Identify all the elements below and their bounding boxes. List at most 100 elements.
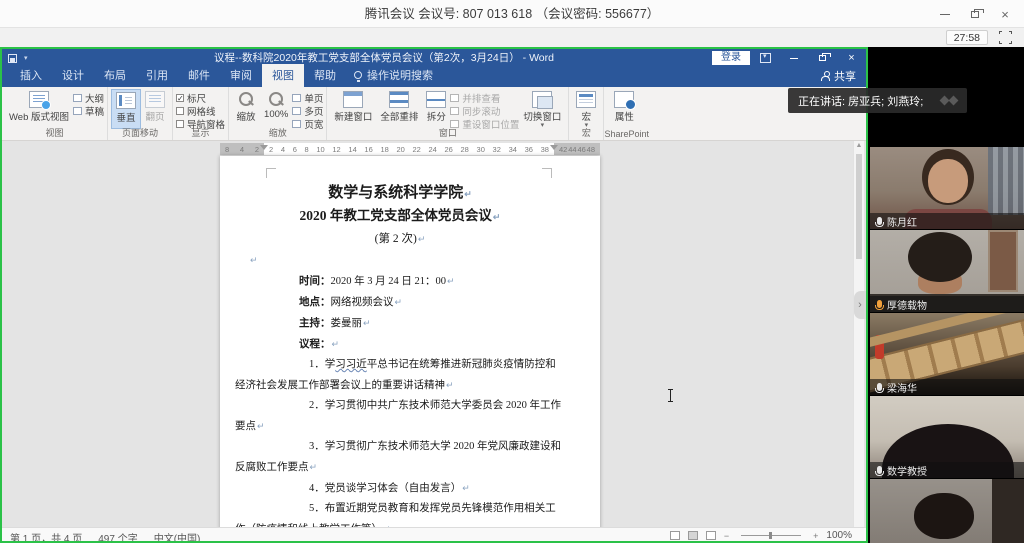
tab-design[interactable]: 设计 (52, 64, 94, 87)
zoom-out-icon[interactable]: − (724, 531, 729, 541)
side-to-side-button[interactable]: 翻页 (141, 89, 169, 129)
group-label-sharepoint: SharePoint (604, 129, 644, 139)
login-button[interactable]: 登录 (712, 51, 750, 65)
macros-button[interactable]: 宏 ▾ (572, 89, 600, 129)
minimize-icon (790, 58, 798, 59)
agenda-item-5: 5．布置近期党员教育和发挥党员先锋模范作用相关工作（防疫情和线上教学工作等） (235, 499, 565, 527)
document-page[interactable]: 数学与系统科学学院 2020 年教工党支部全体党员会议 (第 2 次) 时间：2… (220, 156, 600, 527)
group-label-zoom: 缩放 (229, 126, 326, 139)
participant-video[interactable]: 厚德载物 (870, 230, 1024, 312)
save-icon[interactable] (8, 54, 17, 63)
web-layout-button[interactable]: Web 版式视图 (5, 89, 73, 129)
web-layout-icon[interactable] (706, 531, 716, 540)
tab-insert[interactable]: 插入 (10, 64, 52, 87)
zoom-level[interactable]: 100% (826, 530, 852, 541)
tab-layout[interactable]: 布局 (94, 64, 136, 87)
restore-button[interactable] (960, 0, 990, 28)
word-count[interactable]: 497 个字 (98, 530, 137, 541)
macros-icon (576, 91, 596, 108)
shared-screen-region: ▾ 议程--数科院2020年教工党支部全体党员会议（第2次，3月24日） - W… (0, 47, 868, 543)
multi-page-button[interactable]: 多页 (292, 105, 323, 117)
ruler-number: 8 (305, 145, 309, 154)
horizontal-ruler[interactable]: 842 2468101214161820222426283032343638 4… (220, 143, 600, 155)
zoom-100-button[interactable]: 100% (260, 89, 292, 129)
ruler-number: 2 (255, 145, 259, 154)
minimize-button[interactable] (930, 0, 960, 28)
spellcheck-underline: 习习近 (335, 359, 367, 370)
group-label-views: 视图 (2, 126, 107, 139)
ruler-text-area: 2468101214161820222426283032343638 (264, 143, 554, 155)
doc-heading: 数学与系统科学学院 (235, 182, 565, 205)
tab-review[interactable]: 审阅 (220, 64, 262, 87)
participant-name-bar: 数学教授 (870, 462, 1024, 478)
doc-meta-line: 议程： (235, 334, 565, 355)
draft-view-button[interactable]: 草稿 (73, 105, 104, 117)
print-layout-icon[interactable] (688, 531, 698, 540)
share-button[interactable]: 共享 (821, 68, 856, 84)
ruler-number: 4 (240, 145, 244, 154)
tell-me-search[interactable]: 操作说明搜索 (354, 67, 433, 87)
read-mode-icon[interactable] (670, 531, 680, 540)
gridlines-checkbox[interactable]: 网格线 (176, 105, 225, 117)
tab-help[interactable]: 帮助 (304, 64, 346, 87)
participant-video[interactable]: 梁海华 (870, 313, 1024, 395)
tab-mailings[interactable]: 邮件 (178, 64, 220, 87)
participant-video[interactable]: 数学教授 (870, 396, 1024, 478)
outline-view-button[interactable]: 大纲 (73, 92, 104, 104)
tab-view[interactable]: 视图 (262, 64, 304, 87)
scrollbar-thumb[interactable] (856, 154, 862, 259)
text-cursor (667, 389, 674, 402)
qat-customize-icon[interactable]: ▾ (24, 54, 28, 62)
ruler-number: 44 (568, 145, 576, 154)
ruler-number: 24 (428, 145, 436, 154)
properties-icon (614, 91, 634, 108)
word-close-button[interactable]: × (839, 49, 864, 67)
participant-name: 梁海华 (887, 380, 917, 395)
vertical-button[interactable]: 垂直 (111, 89, 141, 129)
participant-video[interactable]: 刘燕玲 ∨ (870, 479, 1024, 543)
speaking-toast-text: 正在讲话: 房亚兵; 刘燕玲; (798, 93, 923, 109)
meeting-toolbar: 27:58 (0, 28, 1024, 47)
close-button[interactable]: × (990, 0, 1020, 28)
view-side-by-side-button[interactable]: 并排查看 (450, 92, 519, 104)
ruler-number: 42 (559, 145, 567, 154)
panel-collapse-handle[interactable]: › (854, 291, 866, 319)
ruler-left-margin: 8 4 2 (220, 143, 264, 155)
new-window-button[interactable]: 新建窗口 (330, 89, 376, 129)
fullscreen-icon[interactable] (999, 31, 1012, 44)
page-indicator[interactable]: 第 1 页，共 4 页 (10, 530, 82, 541)
ruler-number: 46 (577, 145, 585, 154)
arrange-all-button[interactable]: 全部重排 (376, 89, 422, 129)
switch-windows-icon (532, 91, 552, 108)
ruler-checkbox[interactable]: ✓标尺 (176, 92, 225, 104)
zoom-in-icon[interactable]: + (813, 531, 818, 541)
one-page-button[interactable]: 单页 (292, 92, 323, 104)
switch-windows-button[interactable]: 切换窗口 ▾ (519, 89, 565, 129)
ruler-number: 26 (445, 145, 453, 154)
side-to-side-icon (145, 91, 165, 108)
vertical-scrollbar[interactable]: ▲ (853, 141, 864, 527)
sync-scroll-button[interactable]: 同步滚动 (450, 105, 519, 117)
zoom-button[interactable]: 缩放 (232, 89, 260, 129)
side-by-side-icon (450, 94, 459, 102)
margin-crop-mark (542, 168, 552, 178)
properties-button[interactable]: 属性 (607, 89, 641, 129)
ribbon-display-options-icon[interactable] (760, 53, 771, 63)
lightbulb-icon (354, 71, 362, 79)
agenda-item-1: 1．学习习近平总书记在统筹推进新冠肺炎疫情防控和经济社会发展工作部署会议上的重要… (235, 355, 565, 396)
participant-video[interactable]: 陈月红 (870, 147, 1024, 229)
split-button[interactable]: 拆分 (422, 89, 450, 129)
quick-access-toolbar: ▾ (8, 51, 28, 65)
word-restore-button[interactable] (810, 49, 835, 67)
tab-references[interactable]: 引用 (136, 64, 178, 87)
checkbox-icon (176, 107, 184, 115)
ruler-number: 34 (509, 145, 517, 154)
tencent-meeting-logo (941, 97, 957, 104)
word-minimize-button[interactable] (781, 49, 806, 67)
scroll-up-icon[interactable]: ▲ (854, 142, 864, 149)
language-indicator[interactable]: 中文(中国) (154, 530, 201, 541)
ruler-right-margin: 42444648 (554, 143, 600, 155)
zoom-slider[interactable] (741, 535, 801, 536)
ruler-number: 8 (225, 145, 229, 154)
vertical-icon (116, 92, 136, 109)
